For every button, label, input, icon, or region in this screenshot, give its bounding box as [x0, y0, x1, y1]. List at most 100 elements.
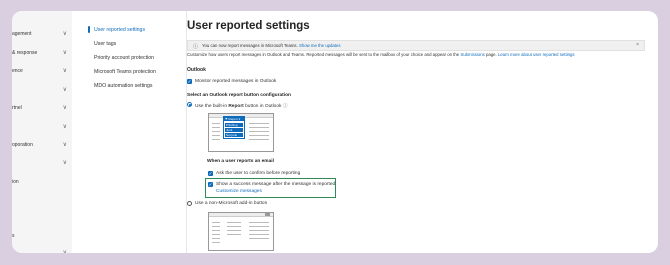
illustration-line	[227, 230, 241, 231]
nonms-label: Use a non-Microsoft add-in button	[195, 201, 268, 206]
checkbox-checked-icon[interactable]: ✓	[208, 171, 213, 176]
description: Customize how users report messages in O…	[187, 52, 575, 57]
active-indicator	[88, 26, 90, 33]
menu-item-not-junk: Not junk	[225, 133, 243, 137]
chevron-down-icon[interactable]: ∨	[63, 141, 67, 148]
illustration-line	[227, 234, 241, 235]
close-icon[interactable]: ×	[636, 42, 639, 48]
illustration-line	[212, 226, 220, 227]
illustration-line	[227, 226, 241, 227]
illustration-line	[249, 123, 269, 124]
left-nav-item[interactable]: ∨	[12, 122, 72, 134]
report-dropdown-menu: ⚑ Report ∨ Phishing Junk Not junk	[223, 116, 245, 139]
illustration-line	[249, 135, 269, 136]
left-nav-item[interactable]: agement ∨	[12, 29, 72, 41]
illustration-line	[212, 127, 220, 128]
chevron-down-icon[interactable]: ∨	[63, 249, 67, 253]
success-message-label: Show a success message after the message…	[216, 182, 336, 187]
chevron-down-icon[interactable]: ∨	[63, 104, 67, 111]
chevron-down-icon[interactable]: ∨	[63, 67, 67, 74]
left-nav-label: & response	[12, 50, 38, 56]
illustration-line	[212, 238, 220, 239]
left-nav-label: oporation	[12, 142, 33, 148]
chevron-down-icon[interactable]: ∨	[63, 30, 67, 37]
illustration-line	[212, 139, 220, 140]
customize-messages-link[interactable]: Customize messages	[216, 189, 262, 194]
illustration-line	[212, 123, 220, 124]
illustration-line	[249, 131, 269, 132]
left-nav-item[interactable]: s	[12, 231, 72, 243]
monitor-label: Monitor reported messages in Outlook	[195, 79, 277, 84]
left-nav-item[interactable]: ence ∨	[12, 66, 72, 78]
chevron-down-icon[interactable]: ∨	[63, 86, 67, 93]
page-title: User reported settings	[187, 20, 310, 32]
illustration-line	[249, 139, 269, 140]
left-nav-item[interactable]: ∨	[12, 248, 72, 253]
chevron-down-icon[interactable]: ∨	[63, 159, 67, 166]
illustration-line	[249, 238, 269, 239]
success-message-highlight	[205, 178, 336, 198]
submissions-link[interactable]: Submissions	[460, 52, 484, 57]
checkbox-checked-icon[interactable]: ✓	[208, 182, 213, 187]
checkbox-checked-icon[interactable]: ✓	[187, 79, 192, 84]
illustration-line	[227, 222, 241, 223]
banner-message: You can now report messages in Microsoft…	[202, 43, 299, 49]
nav-item-teams-protection[interactable]: Microsoft Teams protection	[94, 69, 156, 75]
builtin-bold: Report	[228, 104, 244, 109]
left-nav-label: s	[12, 233, 15, 239]
left-nav-item[interactable]: rtnel ∨	[12, 103, 72, 115]
nav-item-priority-account-protection[interactable]: Priority account protection	[94, 55, 154, 61]
left-nav-item[interactable]: ∨	[12, 85, 72, 97]
builtin-button-illustration: ⚑ Report ∨ Phishing Junk Not junk	[208, 113, 274, 152]
nav-item-mdo-automation[interactable]: MDO automation settings	[94, 83, 153, 89]
illustration-line	[212, 234, 220, 235]
nav-item-user-reported-settings[interactable]: User reported settings	[94, 27, 145, 33]
illustration-line	[249, 127, 269, 128]
left-nav-label: rtnel	[12, 105, 22, 111]
illustration-line	[212, 131, 220, 132]
nav-item-user-tags[interactable]: User tags	[94, 41, 116, 47]
left-nav-item[interactable]: oporation ∨	[12, 140, 72, 152]
left-nav-label: agement	[12, 31, 32, 37]
banner-text: You can now report messages in Microsoft…	[202, 43, 341, 48]
settings-navigation: User reported settings User tags Priorit…	[72, 11, 187, 253]
menu-item-phishing: Phishing	[225, 123, 243, 127]
chevron-down-icon[interactable]: ∨	[63, 49, 67, 56]
info-icon: ⓘ	[282, 104, 288, 109]
left-nav-label: ence	[12, 68, 23, 74]
illustration-line	[249, 234, 269, 235]
chevron-down-icon[interactable]: ∨	[63, 123, 67, 130]
info-icon: ⓘ	[193, 43, 199, 50]
main-content: User reported settings ⓘ You can now rep…	[187, 11, 658, 253]
info-banner: ⓘ You can now report messages in Microso…	[187, 40, 645, 51]
builtin-post: button in Outlook	[243, 104, 282, 109]
menu-item-junk: Junk	[225, 128, 243, 132]
window: agement ∨ & response ∨ ence ∨ ∨ rtnel ∨ ∨ oporatio…	[12, 11, 658, 253]
illustration-line	[212, 230, 220, 231]
show-updates-link[interactable]: Show me the updates	[299, 43, 341, 48]
select-config-heading: Select an Outlook report button configur…	[187, 93, 291, 98]
left-nav-item[interactable]: ion	[12, 177, 72, 189]
illustration-line	[212, 135, 220, 136]
left-nav-label: ion	[12, 179, 19, 185]
radio-selected-icon[interactable]	[187, 102, 192, 107]
builtin-pre: Use the built-in	[195, 104, 229, 109]
learn-more-link[interactable]: Learn more about user reported settings	[498, 52, 575, 57]
illustration-line	[249, 222, 269, 223]
builtin-label: Use the built-in Report button in Outloo…	[195, 102, 288, 109]
illustration-line	[249, 230, 269, 231]
ask-confirm-label: Ask the user to confirm before reporting	[216, 171, 301, 176]
left-nav-item[interactable]	[12, 196, 72, 208]
addin-button-icon	[265, 213, 270, 216]
outlook-heading: Outlook	[187, 67, 206, 73]
illustration-line	[212, 222, 220, 223]
desc-mid: page.	[484, 52, 498, 57]
illustration-line	[212, 242, 220, 243]
radio-unselected-icon[interactable]	[187, 201, 192, 206]
when-reports-heading: When a user reports an email	[207, 159, 274, 164]
illustration-toolbar	[209, 213, 273, 217]
left-nav-item[interactable]: & response ∨	[12, 48, 72, 60]
illustration-line	[249, 226, 269, 227]
left-navigation: agement ∨ & response ∨ ence ∨ ∨ rtnel ∨ ∨ oporatio…	[12, 11, 73, 253]
left-nav-item[interactable]: ∨	[12, 158, 72, 170]
